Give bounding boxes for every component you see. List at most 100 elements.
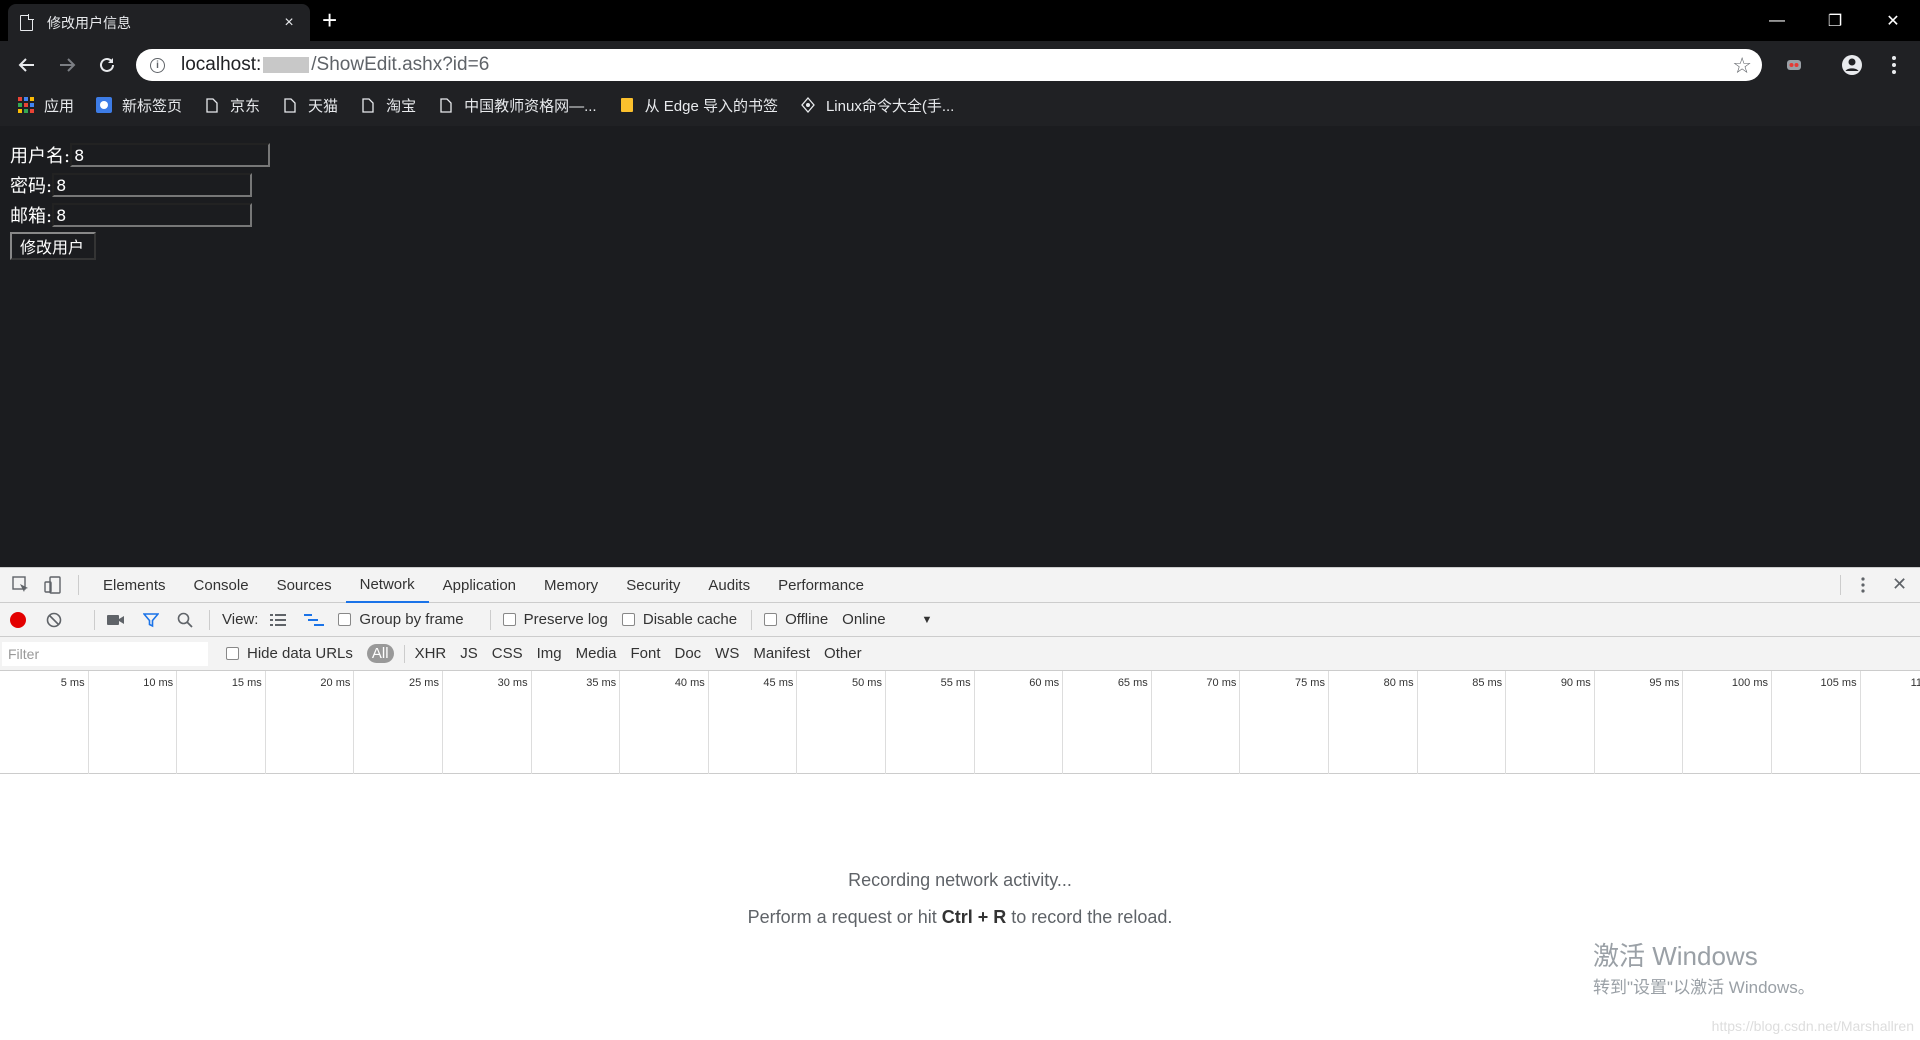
throttling-select[interactable]: Online ▼ [842, 611, 932, 628]
filter-type-xhr[interactable]: XHR [415, 645, 447, 662]
bookmark-linux[interactable]: Linux命令大全(手... [800, 95, 954, 116]
email-input[interactable]: 8 [52, 203, 253, 227]
checkbox-label: Group by frame [359, 611, 464, 628]
preserve-log-checkbox[interactable]: Preserve log [502, 611, 608, 628]
reload-icon[interactable] [93, 51, 121, 79]
email-label: 邮箱: [10, 206, 53, 227]
offline-checkbox[interactable]: Offline [764, 611, 828, 628]
waterfall-icon[interactable] [304, 613, 325, 627]
info-icon[interactable]: i [150, 57, 165, 73]
timeline-tick: 55 ms [886, 671, 975, 774]
tab-close-icon[interactable]: × [280, 14, 298, 32]
filter-type-css[interactable]: CSS [492, 645, 523, 662]
bookmark-teacher[interactable]: 中国教师资格网—... [438, 95, 597, 116]
close-window-button[interactable]: ✕ [1864, 0, 1920, 41]
tabbar-divider [78, 575, 79, 595]
filter-type-ws[interactable]: WS [715, 645, 739, 662]
password-row: 密码: 8 [10, 170, 1910, 200]
filter-type-img[interactable]: Img [537, 645, 562, 662]
password-input[interactable]: 8 [52, 173, 253, 197]
tab-memory[interactable]: Memory [530, 568, 612, 603]
bookmark-label: 从 Edge 导入的书签 [644, 97, 778, 115]
tab-audits[interactable]: Audits [694, 568, 764, 603]
bookmark-taobao[interactable]: 淘宝 [360, 95, 416, 116]
filter-bar: Filter Hide data URLs All XHR JS CSS Img… [0, 637, 1920, 671]
timeline-tick: 45 ms [709, 671, 798, 774]
devtools-tabbar: Elements Console Sources Network Applica… [0, 568, 1920, 603]
tab-strip: 修改用户信息 × + — ❐ ✕ [0, 0, 1920, 41]
linux-icon [800, 97, 816, 113]
extension-icon[interactable] [1780, 51, 1808, 79]
forward-icon[interactable] [53, 51, 81, 79]
checkbox-label: Hide data URLs [247, 645, 353, 662]
tab-console[interactable]: Console [180, 568, 263, 603]
screenshot-icon[interactable] [107, 613, 125, 627]
filter-type-all[interactable]: All [366, 644, 394, 663]
username-input[interactable]: 8 [70, 143, 271, 167]
bookmark-tmall[interactable]: 天猫 [282, 95, 338, 116]
hide-data-urls-checkbox[interactable]: Hide data URLs [226, 645, 353, 662]
large-rows-icon[interactable] [270, 613, 287, 627]
record-icon[interactable] [10, 611, 26, 628]
filter-type-doc[interactable]: Doc [674, 645, 701, 662]
device-toolbar-icon[interactable] [44, 576, 64, 594]
bookmark-label: 天猫 [308, 97, 339, 115]
url-host: localhost: [181, 54, 262, 75]
bookmark-label: 新标签页 [122, 97, 183, 115]
filter-icon[interactable] [143, 612, 159, 628]
filter-type-font[interactable]: Font [630, 645, 660, 662]
checkbox-label: Disable cache [642, 611, 738, 628]
tab-elements[interactable]: Elements [89, 568, 180, 603]
close-devtools-icon[interactable]: ✕ [1892, 574, 1907, 595]
page-content: 用户名: 8 密码: 8 邮箱: 8 修改用户 [0, 126, 1920, 567]
minimize-button[interactable]: — [1748, 0, 1806, 41]
filter-type-media[interactable]: Media [576, 645, 617, 662]
clear-icon[interactable] [46, 612, 62, 628]
bookmark-apps[interactable]: 应用 [18, 95, 74, 116]
back-icon[interactable] [13, 51, 41, 79]
filter-type-other[interactable]: Other [824, 645, 862, 662]
bookmark-edge-folder[interactable]: 从 Edge 导入的书签 [619, 95, 778, 116]
submit-button[interactable]: 修改用户 [10, 232, 96, 260]
filter-type-js[interactable]: JS [460, 645, 478, 662]
address-bar[interactable]: i localhost: /ShowEdit.ashx?id=6 ☆ [136, 49, 1762, 81]
menu-kebab-icon[interactable] [1880, 51, 1908, 79]
tab-performance[interactable]: Performance [764, 568, 878, 603]
search-icon[interactable] [177, 612, 193, 628]
timeline-tick: 90 ms [1506, 671, 1595, 774]
bookmark-newtab[interactable]: 新标签页 [96, 95, 182, 116]
bookmark-jd[interactable]: 京东 [204, 95, 260, 116]
bookmark-label: 中国教师资格网—... [464, 97, 597, 115]
toolbar-divider [489, 609, 491, 630]
timeline-tick: 70 ms [1152, 671, 1241, 774]
empty-line-2-post: to record the reload. [1006, 907, 1173, 927]
profile-icon[interactable] [1838, 51, 1866, 79]
tab-application[interactable]: Application [429, 568, 530, 603]
tab-security[interactable]: Security [612, 568, 694, 603]
watermark-subtitle: 转到"设置"以激活 Windows。 [1593, 978, 1815, 997]
page-icon [20, 14, 34, 31]
page-icon [204, 97, 220, 113]
group-by-frame-checkbox[interactable]: Group by frame [338, 611, 464, 628]
network-toolbar: View: Group by frame Preserve log Disabl… [0, 603, 1920, 637]
devtools-menu-icon[interactable] [1860, 576, 1866, 598]
new-tab-button[interactable]: + [322, 6, 337, 34]
network-empty-state: Recording network activity... Perform a … [0, 777, 1920, 928]
disable-cache-checkbox[interactable]: Disable cache [621, 611, 738, 628]
tab-sources[interactable]: Sources [263, 568, 346, 603]
filter-input[interactable]: Filter [2, 641, 208, 666]
bookmark-star-icon[interactable]: ☆ [1732, 53, 1752, 79]
timeline-tick: 15 ms [177, 671, 266, 774]
restore-button[interactable]: ❐ [1806, 0, 1864, 41]
windows-activation-watermark: 激活 Windows 转到"设置"以激活 Windows。 [1593, 936, 1815, 998]
checkbox-box [338, 613, 352, 626]
network-timeline-overview[interactable]: 5 ms 10 ms 15 ms 20 ms 25 ms 30 ms 35 ms 40 ms 4… [0, 671, 1920, 774]
checkbox-box [226, 647, 239, 660]
inspect-element-icon[interactable] [12, 576, 32, 594]
checkbox-box [502, 613, 516, 626]
filter-type-manifest[interactable]: Manifest [753, 645, 810, 662]
tab-network[interactable]: Network [345, 568, 429, 603]
browser-tab[interactable]: 修改用户信息 × [8, 4, 310, 41]
toolbar-divider [209, 609, 210, 630]
checkbox-label: Preserve log [523, 611, 608, 628]
